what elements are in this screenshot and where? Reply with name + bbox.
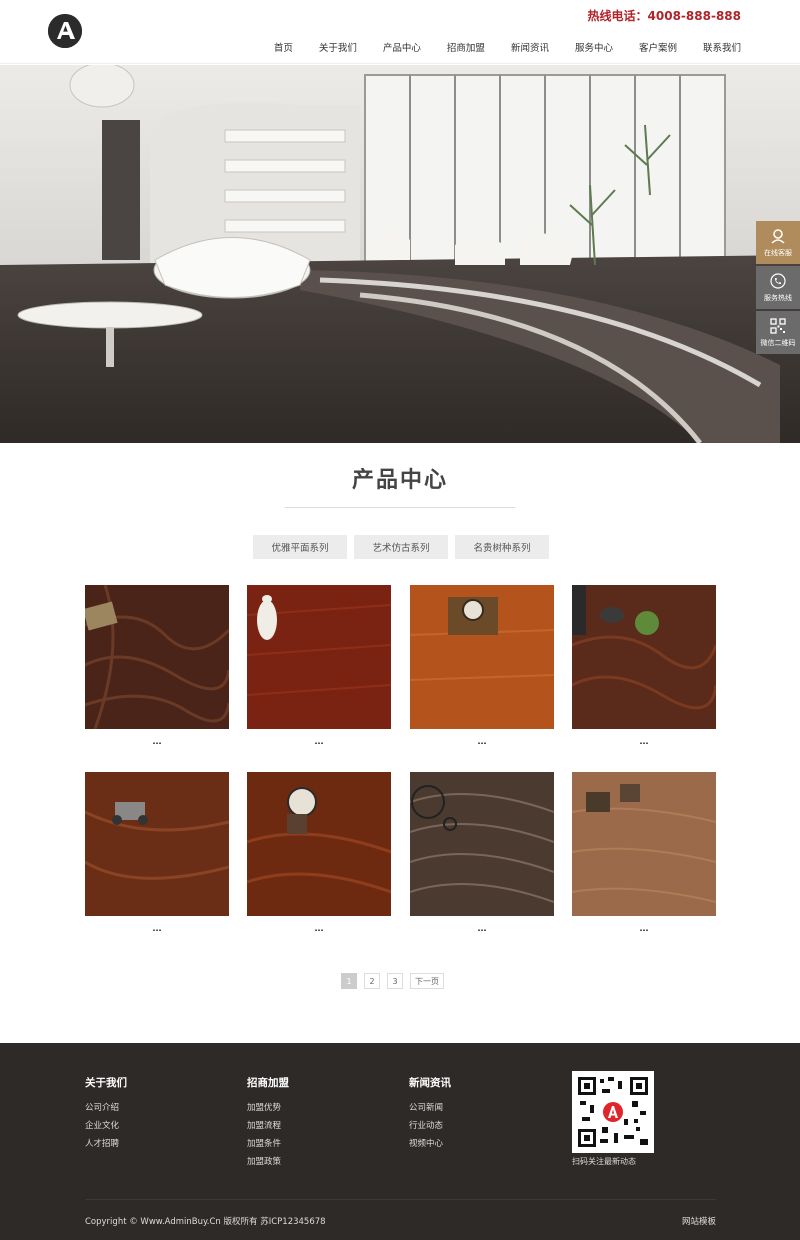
product-card[interactable]: ...	[572, 585, 716, 749]
site-template-link[interactable]: 网站模板	[682, 1215, 716, 1227]
product-card[interactable]: ...	[85, 585, 229, 749]
product-caption: ...	[314, 737, 324, 746]
site-header: 热线电话：4008-888-888 首页 关于我们 产品中心 招商加盟 新闻资讯…	[0, 0, 800, 64]
wechat-qrcode-button[interactable]: 微信二维码	[756, 311, 800, 354]
tab-elegant-flat[interactable]: 优雅平面系列	[253, 535, 347, 559]
product-card[interactable]: ...	[410, 585, 554, 749]
nav-products[interactable]: 产品中心	[383, 40, 421, 54]
footer-col-title: 关于我们	[85, 1077, 127, 1089]
product-image[interactable]	[572, 772, 716, 916]
product-tabs: 优雅平面系列 艺术仿古系列 名贵树种系列	[253, 535, 556, 559]
side-item-label: 微信二维码	[760, 338, 796, 347]
product-image[interactable]	[247, 585, 391, 729]
main-nav: 首页 关于我们 产品中心 招商加盟 新闻资讯 服务中心 客户案例 联系我们	[248, 40, 741, 54]
product-image[interactable]	[410, 772, 554, 916]
nav-home[interactable]: 首页	[274, 40, 293, 54]
copyright-text: Copyright © Www.AdminBuy.Cn 版权所有 苏ICP123…	[85, 1217, 326, 1227]
footer-link[interactable]: 企业文化	[85, 1119, 127, 1131]
product-card[interactable]: ...	[247, 772, 391, 936]
footer-link[interactable]: 加盟流程	[247, 1119, 289, 1131]
qrcode-icon	[576, 1075, 650, 1149]
footer-link[interactable]: 视频中心	[409, 1137, 451, 1149]
side-item-label: 服务热线	[764, 293, 792, 302]
nav-cases[interactable]: 客户案例	[639, 40, 677, 54]
service-hotline-button[interactable]: 服务热线	[756, 266, 800, 309]
hotline: 热线电话：4008-888-888	[587, 9, 741, 23]
nav-service[interactable]: 服务中心	[575, 40, 613, 54]
footer-link[interactable]: 加盟条件	[247, 1137, 289, 1149]
footer-col-title: 招商加盟	[247, 1077, 289, 1089]
product-card[interactable]: ...	[410, 772, 554, 936]
page-1-button[interactable]: 1	[341, 973, 357, 989]
qrcode-caption: 扫码关注最新动态	[572, 1157, 636, 1166]
phone-icon	[770, 272, 786, 289]
footer-col-franchise: 招商加盟 加盟优势 加盟流程 加盟条件 加盟政策	[247, 1075, 289, 1173]
side-tools: 在线客服 服务热线 微信二维码	[756, 221, 800, 356]
product-image[interactable]	[410, 585, 554, 729]
product-caption: ...	[477, 737, 487, 746]
next-page-button[interactable]: 下一页	[410, 973, 444, 989]
tab-precious-wood[interactable]: 名贵树种系列	[455, 535, 549, 559]
tab-art-antique[interactable]: 艺术仿古系列	[354, 535, 448, 559]
product-image[interactable]	[572, 585, 716, 729]
page-2-button[interactable]: 2	[364, 973, 380, 989]
nav-news[interactable]: 新闻资讯	[511, 40, 549, 54]
product-image[interactable]	[85, 585, 229, 729]
nav-about[interactable]: 关于我们	[319, 40, 357, 54]
footer-col-about: 关于我们 公司介绍 企业文化 人才招聘	[85, 1075, 127, 1155]
section-divider	[285, 507, 515, 508]
product-caption: ...	[639, 924, 649, 933]
pagination: 1 2 3 下一页	[341, 973, 451, 989]
footer-qrcode	[572, 1071, 654, 1153]
footer-link[interactable]: 加盟优势	[247, 1101, 289, 1113]
page-3-button[interactable]: 3	[387, 973, 403, 989]
product-image[interactable]	[247, 772, 391, 916]
logo[interactable]	[48, 14, 82, 48]
qrcode-icon	[770, 317, 786, 334]
product-card[interactable]: ...	[572, 772, 716, 936]
footer-divider	[85, 1199, 716, 1200]
online-service-button[interactable]: 在线客服	[756, 221, 800, 264]
product-card[interactable]: ...	[247, 585, 391, 749]
nav-franchise[interactable]: 招商加盟	[447, 40, 485, 54]
product-caption: ...	[314, 924, 324, 933]
product-card[interactable]: ...	[85, 772, 229, 936]
nav-contact[interactable]: 联系我们	[703, 40, 741, 54]
product-caption: ...	[152, 737, 162, 746]
footer-col-title: 新闻资讯	[409, 1077, 451, 1089]
footer-link[interactable]: 公司介绍	[85, 1101, 127, 1113]
footer-link[interactable]: 公司新闻	[409, 1101, 451, 1113]
customer-service-icon	[771, 228, 785, 244]
logo-a-icon	[48, 14, 82, 48]
hero-banner	[0, 65, 800, 443]
product-image[interactable]	[85, 772, 229, 916]
side-item-label: 在线客服	[764, 248, 792, 257]
hero-interior-image	[0, 65, 800, 443]
product-caption: ...	[639, 737, 649, 746]
site-footer: 关于我们 公司介绍 企业文化 人才招聘 招商加盟 加盟优势 加盟流程 加盟条件 …	[0, 1043, 800, 1240]
product-caption: ...	[152, 924, 162, 933]
product-caption: ...	[477, 924, 487, 933]
footer-link[interactable]: 人才招聘	[85, 1137, 127, 1149]
footer-link[interactable]: 行业动态	[409, 1119, 451, 1131]
section-title: 产品中心	[351, 467, 448, 493]
footer-link[interactable]: 加盟政策	[247, 1155, 289, 1167]
footer-col-news: 新闻资讯 公司新闻 行业动态 视频中心	[409, 1075, 451, 1155]
